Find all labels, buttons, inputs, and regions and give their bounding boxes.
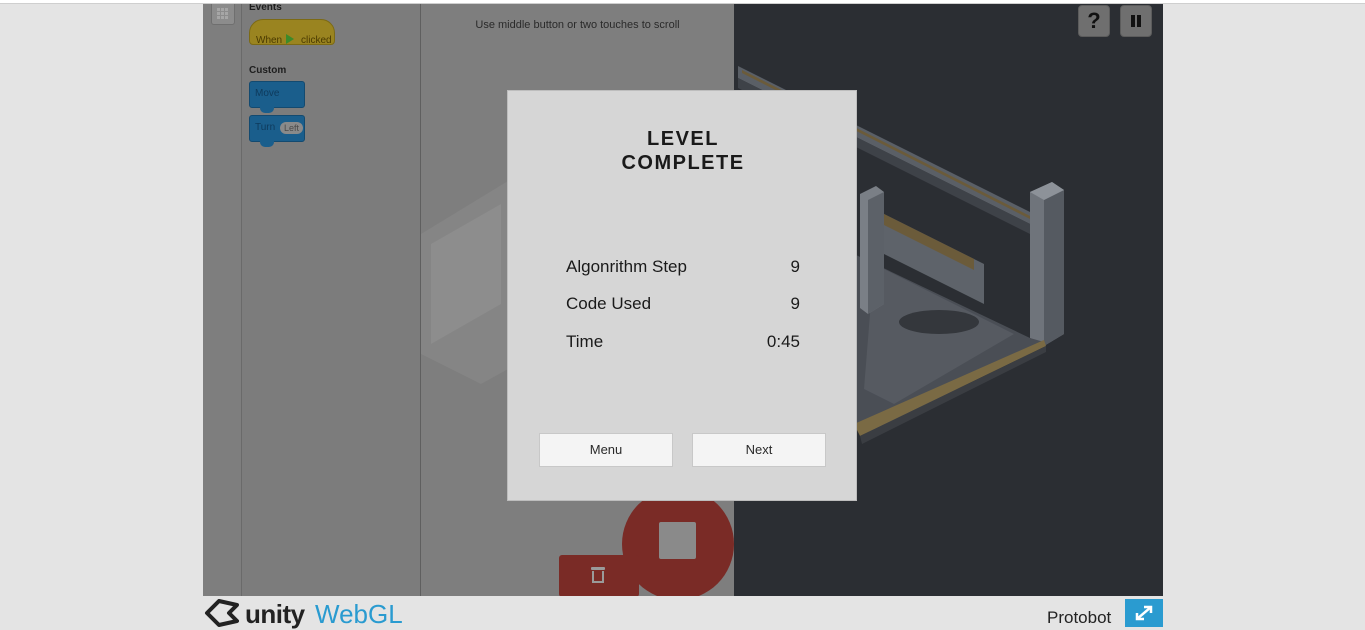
- scroll-hint: Use middle button or two touches to scro…: [475, 19, 680, 31]
- help-button[interactable]: ?: [1078, 5, 1110, 37]
- stat-row-steps: Algonrithm Step 9: [566, 257, 800, 279]
- stat-label: Time: [566, 332, 604, 351]
- unity-brand-text: unity: [245, 599, 305, 629]
- block-palette: Events When clicked Custom Move Turn Lef…: [242, 4, 421, 596]
- category-label-events: Events: [249, 4, 282, 13]
- grid-icon: [217, 8, 229, 19]
- turn-block[interactable]: Turn Left: [249, 115, 305, 147]
- block-notch: [260, 107, 274, 113]
- fullscreen-icon: [1135, 605, 1153, 621]
- when-clicked-block[interactable]: When clicked: [249, 19, 335, 46]
- stat-row-time: Time 0:45: [566, 332, 800, 354]
- dialog-title: LEVEL COMPLETE: [508, 127, 858, 175]
- stop-icon: [659, 522, 696, 559]
- stat-label: Algonrithm Step: [566, 257, 687, 276]
- grid-button[interactable]: [211, 4, 235, 25]
- webgl-brand-text: WebGL: [315, 599, 403, 629]
- stat-row-code-used: Code Used 9: [566, 294, 800, 316]
- stat-label: Code Used: [566, 294, 652, 313]
- block-notch: [260, 141, 274, 147]
- trash-icon: [591, 567, 605, 570]
- fullscreen-button[interactable]: [1125, 599, 1163, 627]
- trash-icon-body: [592, 571, 604, 583]
- flag-icon: [286, 34, 294, 44]
- webgl-footer: unity WebGL Protobot: [203, 596, 1163, 629]
- menu-button[interactable]: Menu: [539, 433, 673, 467]
- stat-value: 9: [790, 294, 800, 313]
- game-title: Protobot: [1047, 608, 1112, 627]
- dialog-title-line2: COMPLETE: [621, 152, 745, 174]
- help-icon: ?: [1087, 8, 1101, 33]
- category-strip: [203, 4, 242, 596]
- category-label-custom: Custom: [249, 65, 287, 76]
- dialog-title-line1: LEVEL: [647, 128, 719, 150]
- next-button[interactable]: Next: [692, 433, 826, 467]
- move-block[interactable]: Move: [249, 81, 305, 113]
- unity-logo-icon: [205, 599, 239, 627]
- block-text: clicked: [301, 35, 332, 46]
- level-complete-dialog: LEVEL COMPLETE Algonrithm Step 9 Code Us…: [507, 90, 857, 501]
- block-text: When: [256, 35, 283, 46]
- stat-value: 0:45: [766, 332, 800, 351]
- turn-direction-dropdown[interactable]: Left: [280, 122, 304, 134]
- trash-button[interactable]: [559, 555, 639, 596]
- block-text: Turn: [255, 122, 276, 133]
- block-text: Move: [255, 88, 280, 99]
- stat-value: 9: [790, 257, 800, 276]
- pause-button[interactable]: [1120, 5, 1152, 37]
